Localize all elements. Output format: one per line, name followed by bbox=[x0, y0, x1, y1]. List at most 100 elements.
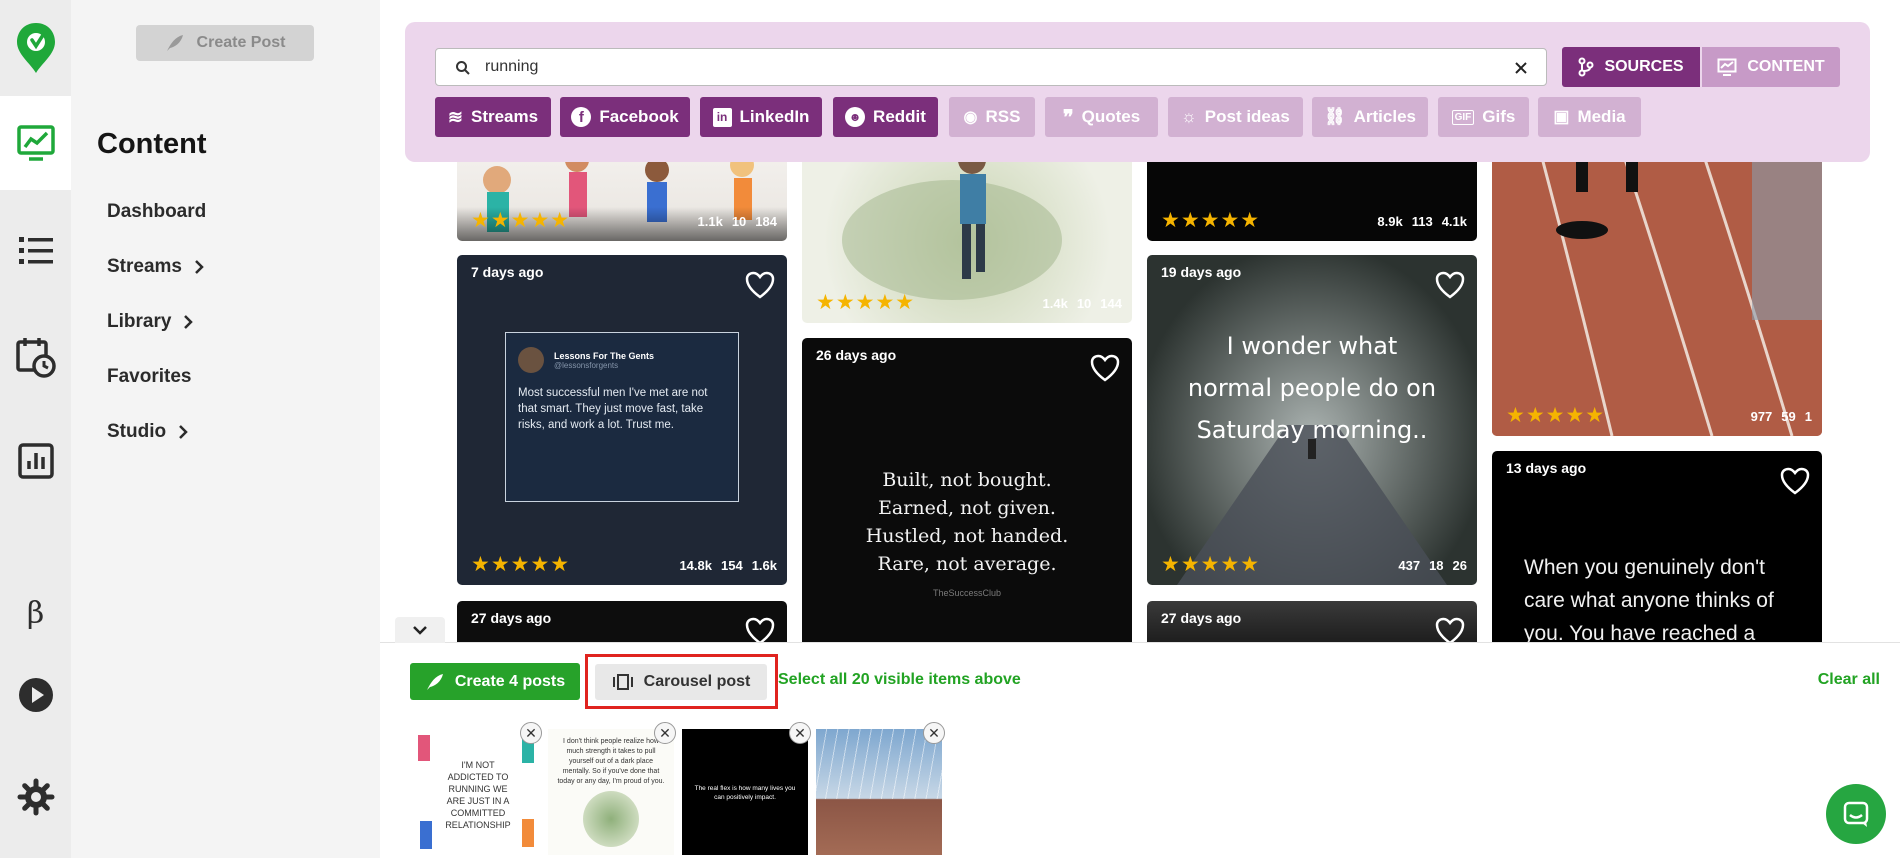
filter-facebook[interactable]: f Facebook bbox=[560, 97, 690, 137]
filter-rss[interactable]: ◉ RSS bbox=[949, 97, 1035, 137]
remove-thumb-button[interactable]: ✕ bbox=[520, 722, 542, 744]
logo-pin-icon bbox=[16, 23, 55, 73]
sources-toggle[interactable]: SOURCES bbox=[1562, 47, 1700, 87]
quote-line: Rare, not average. bbox=[877, 553, 1057, 575]
rail-settings[interactable] bbox=[0, 772, 71, 822]
select-all-link[interactable]: Select all 20 visible items above bbox=[778, 671, 1021, 689]
streams-icon: ≋ bbox=[447, 106, 463, 127]
chip-label: Quotes bbox=[1081, 107, 1141, 126]
likes-count: 1.4k bbox=[1042, 296, 1068, 311]
selected-thumb[interactable]: I'M NOT ADDICTED TO RUNNING WE ARE JUST … bbox=[414, 729, 540, 855]
content-nav: Create Post Content Dashboard Streams Li… bbox=[71, 0, 380, 858]
collapse-toggle[interactable] bbox=[395, 617, 445, 643]
app-rail: β bbox=[0, 0, 71, 858]
content-card[interactable]: 27 days ago bbox=[1147, 601, 1477, 642]
selected-thumb[interactable]: I don't think people realize how much st… bbox=[548, 729, 674, 855]
app-logo[interactable] bbox=[0, 18, 71, 78]
quote-line: Built, not bought. bbox=[882, 469, 1052, 491]
engagement-stats: 14.8k 154 1.6k bbox=[679, 558, 777, 573]
quote-text: I wonder what normal people do on Saturd… bbox=[1187, 332, 1437, 444]
selection-bar: Create 4 posts Carousel post Select all … bbox=[380, 617, 1900, 858]
quotes-icon: ❞ bbox=[1062, 106, 1074, 129]
chat-launcher[interactable] bbox=[1826, 784, 1886, 844]
engagement-stats: 1.1k 10 184 bbox=[698, 214, 777, 229]
nav-item-favorites[interactable]: Favorites bbox=[107, 366, 191, 388]
create-posts-button[interactable]: Create 4 posts bbox=[410, 663, 580, 700]
nav-item-streams[interactable]: Streams bbox=[107, 256, 204, 278]
avatar bbox=[518, 347, 544, 373]
content-chart-icon bbox=[1717, 58, 1737, 76]
nav-item-studio[interactable]: Studio bbox=[107, 421, 188, 443]
shares-count: 1 bbox=[1804, 409, 1812, 424]
search-input[interactable]: running bbox=[435, 48, 1547, 86]
search-icon bbox=[456, 61, 470, 75]
chevron-right-icon bbox=[195, 260, 204, 274]
rating-stars: ★★★★★ bbox=[1506, 404, 1606, 427]
tweet-author: Lessons For The Gents bbox=[554, 350, 655, 361]
rail-video[interactable] bbox=[0, 670, 71, 720]
content-card[interactable]: 27 days ago bbox=[457, 601, 787, 642]
selected-thumb[interactable] bbox=[816, 729, 942, 855]
rail-analytics[interactable] bbox=[0, 434, 71, 488]
chip-label: Facebook bbox=[599, 107, 679, 126]
main-area: ★★★★★ 1.1k 10 184 7 days ago Lessons For… bbox=[380, 0, 1900, 858]
content-card[interactable]: 13 days ago When you genuinely don't car… bbox=[1492, 451, 1822, 642]
rail-queue[interactable] bbox=[0, 224, 71, 278]
remove-thumb-button[interactable]: ✕ bbox=[654, 722, 676, 744]
content-card[interactable]: 7 days ago Lessons For The Gents @lesson… bbox=[457, 255, 787, 585]
shares-count: 26 bbox=[1452, 558, 1467, 573]
content-card[interactable]: 26 days ago Built, not bought. Earned, n… bbox=[802, 338, 1132, 642]
nav-item-dashboard[interactable]: Dashboard bbox=[107, 201, 206, 223]
filter-reddit[interactable]: ☻ Reddit bbox=[833, 97, 938, 137]
search-query: running bbox=[485, 58, 539, 75]
filter-linkedin[interactable]: in LinkedIn bbox=[700, 97, 822, 137]
nav-item-library[interactable]: Library bbox=[107, 311, 194, 333]
thumb-text: The real flex is how many lives you can … bbox=[694, 785, 796, 801]
heart-icon[interactable] bbox=[1435, 617, 1465, 642]
heart-icon[interactable] bbox=[745, 271, 775, 299]
rail-beta[interactable]: β bbox=[0, 588, 71, 638]
clear-all-link[interactable]: Clear all bbox=[1818, 671, 1880, 689]
rail-schedule[interactable] bbox=[0, 330, 71, 384]
remove-thumb-button[interactable]: ✕ bbox=[923, 722, 945, 744]
engagement-stats: 437 18 26 bbox=[1398, 558, 1467, 573]
filter-gifs[interactable]: GIF Gifs bbox=[1438, 97, 1529, 137]
remove-thumb-button[interactable]: ✕ bbox=[789, 722, 811, 744]
filter-media[interactable]: ▣ Media bbox=[1538, 97, 1641, 137]
filter-articles[interactable]: ⛓ Articles bbox=[1312, 97, 1428, 137]
play-icon bbox=[18, 678, 53, 712]
rss-icon: ◉ bbox=[963, 109, 978, 126]
content-card[interactable]: ★★★★★ 977 59 1 bbox=[1492, 120, 1822, 436]
filter-streams[interactable]: ≋ Streams bbox=[435, 97, 551, 137]
filter-post-ideas[interactable]: ☼ Post ideas bbox=[1168, 97, 1303, 137]
quill-icon bbox=[426, 673, 443, 690]
comments-count: 18 bbox=[1429, 558, 1444, 573]
engagement-stats: 977 59 1 bbox=[1751, 409, 1812, 424]
page-title: Content bbox=[97, 128, 207, 160]
likes-count: 437 bbox=[1398, 558, 1421, 573]
engagement-stats: 1.4k 10 144 bbox=[1043, 296, 1122, 311]
quote-text: Built, not bought. Earned, not given. Hu… bbox=[802, 466, 1132, 578]
heart-icon[interactable] bbox=[1780, 467, 1810, 495]
post-age: 13 days ago bbox=[1506, 460, 1587, 476]
clear-search-icon[interactable] bbox=[1514, 61, 1528, 75]
filter-quotes[interactable]: ❞ Quotes bbox=[1045, 97, 1158, 137]
linkedin-icon: in bbox=[712, 107, 732, 127]
content-card[interactable]: 19 days ago I wonder what normal people … bbox=[1147, 255, 1477, 585]
heart-icon[interactable] bbox=[745, 617, 775, 642]
post-age: 27 days ago bbox=[1161, 610, 1242, 626]
reddit-icon: ☻ bbox=[845, 107, 866, 127]
rail-content[interactable] bbox=[0, 96, 71, 190]
carousel-highlight: Carousel post bbox=[585, 654, 778, 709]
lightbulb-icon: ☼ bbox=[1181, 107, 1197, 126]
heart-icon[interactable] bbox=[1090, 354, 1120, 382]
rating-stars: ★★★★★ bbox=[816, 291, 916, 314]
shares-count: 144 bbox=[1100, 296, 1122, 311]
create-post-button[interactable]: Create Post bbox=[136, 25, 314, 61]
content-toggle[interactable]: CONTENT bbox=[1702, 47, 1840, 87]
rating-stars: ★★★★★ bbox=[1161, 209, 1261, 232]
carousel-post-button[interactable]: Carousel post bbox=[595, 664, 767, 700]
selected-thumb[interactable]: The real flex is how many lives you can … bbox=[682, 729, 808, 855]
chevron-right-icon bbox=[179, 425, 188, 439]
post-age: 26 days ago bbox=[816, 347, 897, 363]
